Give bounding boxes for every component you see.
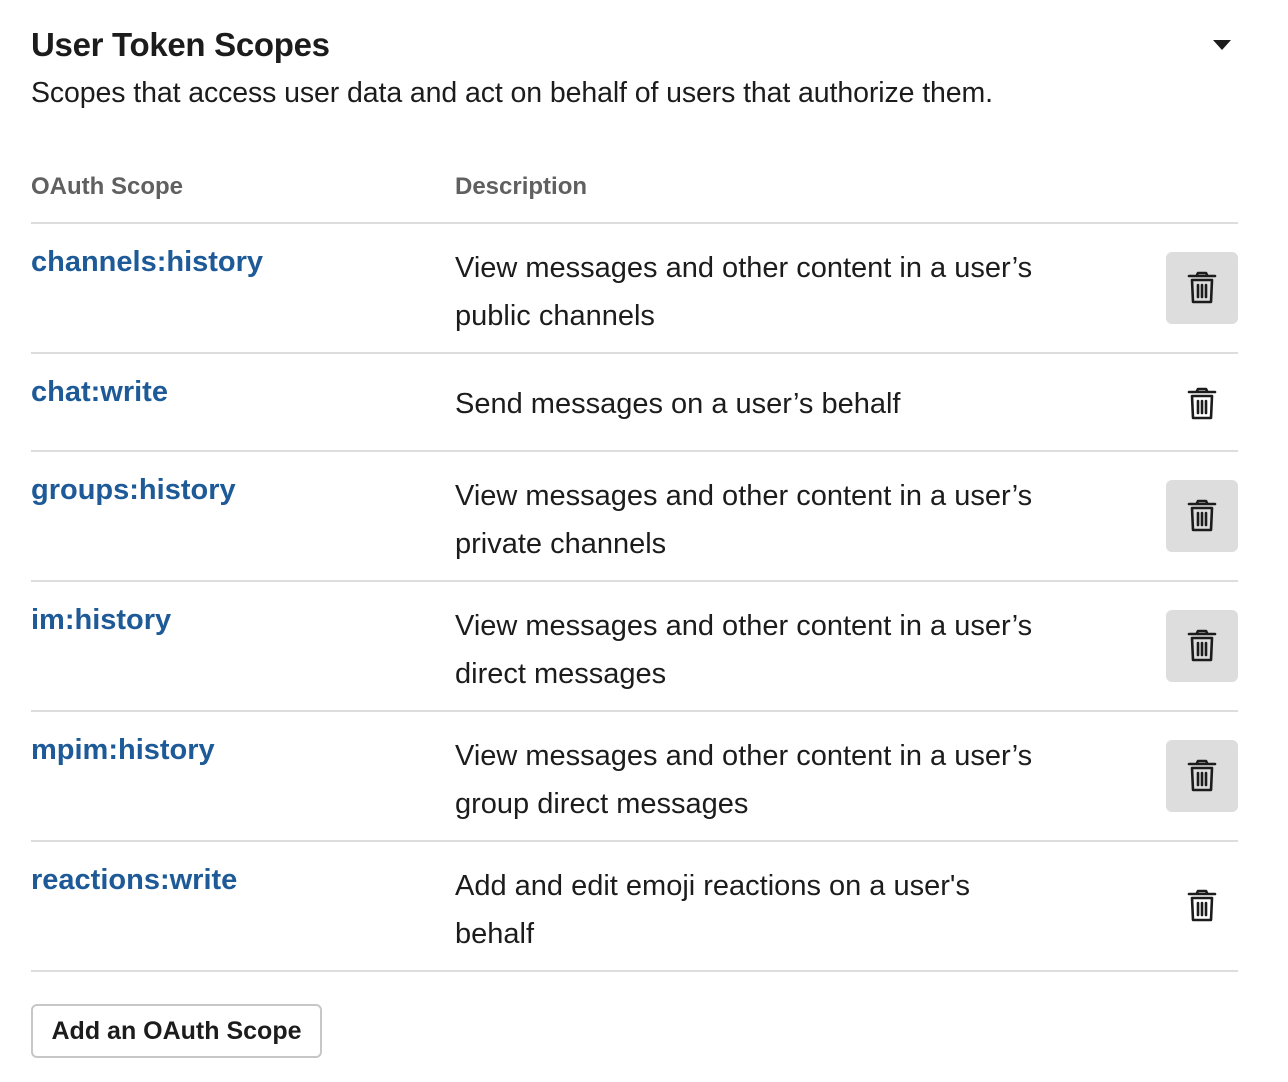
remove-scope-button[interactable] [1166, 610, 1238, 682]
trash-icon [1187, 759, 1217, 792]
scopes-table: OAuth Scope Description channels:history… [31, 160, 1238, 972]
section-subtitle: Scopes that access user data and act on … [31, 77, 993, 109]
trash-icon [1187, 499, 1217, 532]
section-title: User Token Scopes [31, 26, 330, 63]
table-row: mpim:history View messages and other con… [31, 712, 1238, 842]
table-row: im:history View messages and other conte… [31, 582, 1238, 712]
user-token-scopes-section: User Token Scopes Scopes that access use… [31, 0, 1238, 1058]
table-row: groups:history View messages and other c… [31, 452, 1238, 582]
trash-icon [1187, 889, 1217, 922]
caret-down-icon [1213, 40, 1231, 50]
scope-link[interactable]: mpim:history [31, 734, 215, 767]
collapse-toggle-button[interactable] [1206, 30, 1238, 60]
remove-scope-button[interactable] [1166, 480, 1238, 552]
table-row: reactions:write Add and edit emoji react… [31, 842, 1238, 972]
remove-scope-button[interactable] [1166, 368, 1238, 440]
add-oauth-scope-button[interactable]: Add an OAuth Scope [31, 1004, 322, 1058]
column-header-description: Description [455, 173, 588, 200]
remove-scope-button[interactable] [1166, 740, 1238, 812]
trash-icon [1187, 271, 1217, 304]
scope-link[interactable]: reactions:write [31, 864, 237, 897]
remove-scope-button[interactable] [1166, 870, 1238, 942]
trash-icon [1187, 387, 1217, 420]
table-row: channels:history View messages and other… [31, 224, 1238, 354]
scope-description: Send messages on a user’s behalf [455, 388, 901, 420]
trash-icon [1187, 629, 1217, 662]
remove-scope-button[interactable] [1166, 252, 1238, 324]
scope-description: View messages and other content in a use… [455, 252, 1033, 332]
scope-description: View messages and other content in a use… [455, 480, 1033, 560]
scope-link[interactable]: chat:write [31, 376, 168, 409]
scope-link[interactable]: channels:history [31, 246, 263, 279]
column-header-oauth-scope: OAuth Scope [31, 173, 184, 200]
scope-description: View messages and other content in a use… [455, 740, 1033, 820]
scope-link[interactable]: im:history [31, 604, 171, 637]
scope-description: View messages and other content in a use… [455, 610, 1033, 690]
scope-description: Add and edit emoji reactions on a user's… [455, 870, 970, 950]
table-row: chat:write Send messages on a user’s beh… [31, 354, 1238, 452]
table-header: OAuth Scope Description [31, 160, 1238, 224]
scope-link[interactable]: groups:history [31, 474, 236, 507]
section-header: User Token Scopes Scopes that access use… [31, 0, 1238, 124]
